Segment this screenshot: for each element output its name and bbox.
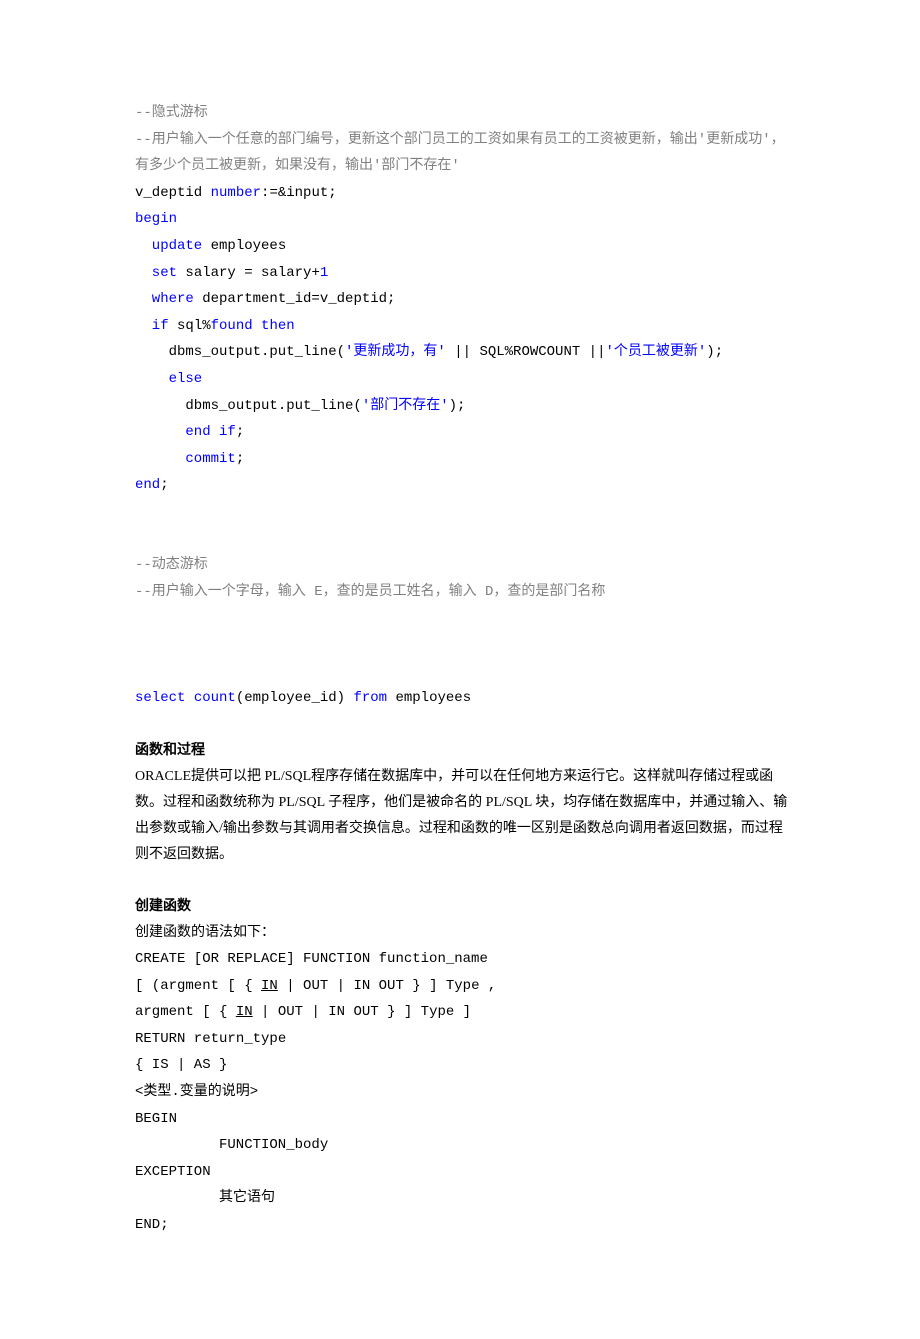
code-line: argment [ { IN | OUT | IN OUT } ] Type ]	[135, 999, 790, 1026]
code-line: { IS | AS }	[135, 1052, 790, 1079]
code-line: begin	[135, 206, 790, 233]
code-line: [ (argment [ { IN | OUT | IN OUT } ] Typ…	[135, 973, 790, 1000]
blank-line	[135, 658, 790, 685]
code-line: else	[135, 366, 790, 393]
document-page: --隐式游标 --用户输入一个任意的部门编号，更新这个部门员工的工资如果有员工的…	[0, 0, 920, 1339]
section-create-function: 创建函数 创建函数的语法如下： CREATE [OR REPLACE] FUNC…	[135, 894, 790, 1238]
code-line: v_deptid number:=&input;	[135, 180, 790, 207]
code-line: end;	[135, 472, 790, 499]
code-line: END;	[135, 1212, 790, 1239]
blank-line	[135, 499, 790, 526]
blank-line	[135, 868, 790, 895]
code-line: dbms_output.put_line('更新成功，有' || SQL%ROW…	[135, 339, 790, 366]
code-line: EXCEPTION	[135, 1159, 790, 1186]
code-line: FUNCTION_body	[135, 1132, 790, 1159]
blank-line	[135, 712, 790, 739]
comment-line: --用户输入一个字母，输入 E，查的是员工姓名，输入 D，查的是部门名称	[135, 579, 790, 606]
code-line: end if;	[135, 419, 790, 446]
code-block-1: --隐式游标 --用户输入一个任意的部门编号，更新这个部门员工的工资如果有员工的…	[135, 100, 790, 499]
intro-line: 创建函数的语法如下：	[135, 920, 790, 946]
comment-line: --动态游标	[135, 552, 790, 579]
blank-line	[135, 605, 790, 632]
section-heading: 函数和过程	[135, 738, 790, 764]
code-line: BEGIN	[135, 1106, 790, 1133]
code-line: set salary = salary+1	[135, 260, 790, 287]
code-line: update employees	[135, 233, 790, 260]
section-functions-procedures: 函数和过程 ORACLE提供可以把 PL/SQL程序存储在数据库中，并可以在任何…	[135, 738, 790, 867]
section-heading: 创建函数	[135, 894, 790, 920]
code-line: commit;	[135, 446, 790, 473]
code-block-3: select count(employee_id) from employees	[135, 685, 790, 712]
code-line: RETURN return_type	[135, 1026, 790, 1053]
code-line: 其它语句	[135, 1185, 790, 1212]
syntax-block: CREATE [OR REPLACE] FUNCTION function_na…	[135, 946, 790, 1239]
comment-line: --隐式游标	[135, 100, 790, 127]
blank-line	[135, 526, 790, 553]
blank-line	[135, 632, 790, 659]
paragraph: ORACLE提供可以把 PL/SQL程序存储在数据库中，并可以在任何地方来运行它…	[135, 764, 790, 868]
code-line: where department_id=v_deptid;	[135, 286, 790, 313]
code-line: dbms_output.put_line('部门不存在');	[135, 393, 790, 420]
code-line: <类型.变量的说明>	[135, 1079, 790, 1106]
code-line: select count(employee_id) from employees	[135, 685, 790, 712]
code-line: CREATE [OR REPLACE] FUNCTION function_na…	[135, 946, 790, 973]
code-line: if sql%found then	[135, 313, 790, 340]
code-block-2: --动态游标 --用户输入一个字母，输入 E，查的是员工姓名，输入 D，查的是部…	[135, 552, 790, 605]
comment-line: --用户输入一个任意的部门编号，更新这个部门员工的工资如果有员工的工资被更新，输…	[135, 127, 790, 180]
